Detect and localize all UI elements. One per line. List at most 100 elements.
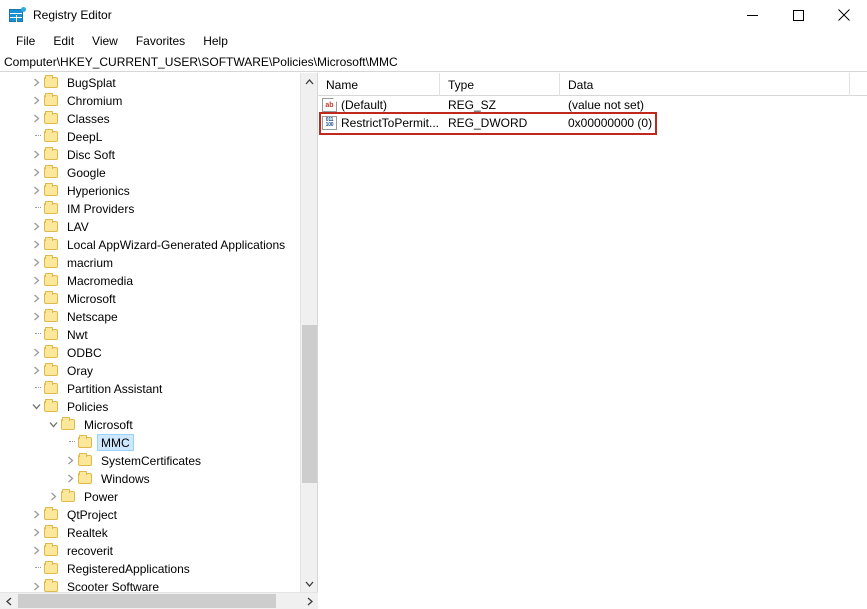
menu-help[interactable]: Help bbox=[194, 31, 237, 51]
tree-item-local-appwizard-generated-applications[interactable]: Local AppWizard-Generated Applications bbox=[0, 235, 301, 253]
tree-item-odbc[interactable]: ODBC bbox=[0, 343, 301, 361]
scroll-up-button[interactable] bbox=[301, 73, 317, 90]
folder-icon bbox=[44, 325, 61, 343]
menu-view[interactable]: View bbox=[83, 31, 127, 51]
chevron-right-icon[interactable] bbox=[28, 73, 44, 91]
scroll-down-button[interactable] bbox=[301, 575, 317, 592]
chevron-right-icon[interactable] bbox=[28, 541, 44, 559]
chevron-right-icon[interactable] bbox=[62, 451, 78, 469]
chevron-right-icon[interactable] bbox=[28, 505, 44, 523]
chevron-right-icon[interactable] bbox=[28, 307, 44, 325]
tree-horizontal-scrollbar[interactable] bbox=[0, 592, 318, 609]
tree-item-power[interactable]: Power bbox=[0, 487, 301, 505]
chevron-right-icon[interactable] bbox=[28, 145, 44, 163]
column-header-name[interactable]: Name bbox=[318, 73, 440, 96]
tree-item-microsoft[interactable]: Microsoft bbox=[0, 415, 301, 433]
tree-item-classes[interactable]: Classes bbox=[0, 109, 301, 127]
tree-item-im-providers[interactable]: IM Providers bbox=[0, 199, 301, 217]
column-header-filler bbox=[850, 73, 867, 96]
column-header-data[interactable]: Data bbox=[560, 73, 850, 96]
tree-hscroll-thumb[interactable] bbox=[18, 594, 276, 608]
tree-item-mmc[interactable]: MMC bbox=[0, 433, 301, 451]
tree-item-oray[interactable]: Oray bbox=[0, 361, 301, 379]
values-row[interactable]: ab (Default) REG_SZ (value not set) bbox=[318, 96, 867, 114]
chevron-right-icon[interactable] bbox=[28, 577, 44, 592]
folder-icon bbox=[44, 91, 61, 109]
tree-item-qtproject[interactable]: QtProject bbox=[0, 505, 301, 523]
tree-leaf-connector bbox=[28, 325, 44, 343]
maximize-button[interactable] bbox=[775, 0, 821, 30]
tree-item-scooter-software[interactable]: Scooter Software bbox=[0, 577, 301, 592]
tree-item-label: Windows bbox=[101, 471, 150, 486]
chevron-right-icon[interactable] bbox=[28, 361, 44, 379]
chevron-right-icon[interactable] bbox=[62, 469, 78, 487]
tree-item-microsoft[interactable]: Microsoft bbox=[0, 289, 301, 307]
chevron-right-icon[interactable] bbox=[28, 109, 44, 127]
tree-item-label: Macromedia bbox=[67, 273, 134, 288]
menu-file[interactable]: File bbox=[7, 31, 44, 51]
chevron-right-icon[interactable] bbox=[28, 253, 44, 271]
chevron-right-icon[interactable] bbox=[28, 181, 44, 199]
chevron-right-icon[interactable] bbox=[28, 523, 44, 541]
tree-item-google[interactable]: Google bbox=[0, 163, 301, 181]
tree-item-nwt[interactable]: Nwt bbox=[0, 325, 301, 343]
menu-edit[interactable]: Edit bbox=[44, 31, 83, 51]
chevron-right-icon[interactable] bbox=[28, 271, 44, 289]
chevron-right-icon[interactable] bbox=[28, 289, 44, 307]
tree-scroll-thumb[interactable] bbox=[302, 325, 317, 483]
chevron-right-icon[interactable] bbox=[28, 91, 44, 109]
close-button[interactable] bbox=[821, 0, 867, 30]
tree-item-policies[interactable]: Policies bbox=[0, 397, 301, 415]
tree-item-label: LAV bbox=[67, 219, 89, 234]
tree-item-recoverit[interactable]: recoverit bbox=[0, 541, 301, 559]
tree-item-deepl[interactable]: DeepL bbox=[0, 127, 301, 145]
tree-item-macrium[interactable]: macrium bbox=[0, 253, 301, 271]
tree-item-realtek[interactable]: Realtek bbox=[0, 523, 301, 541]
folder-icon bbox=[78, 451, 95, 469]
tree-item-systemcertificates[interactable]: SystemCertificates bbox=[0, 451, 301, 469]
folder-icon bbox=[44, 577, 61, 592]
tree-item-netscape[interactable]: Netscape bbox=[0, 307, 301, 325]
folder-icon bbox=[44, 541, 61, 559]
minimize-button[interactable] bbox=[729, 0, 775, 30]
chevron-right-icon[interactable] bbox=[28, 217, 44, 235]
tree-item-chromium[interactable]: Chromium bbox=[0, 91, 301, 109]
menu-favorites[interactable]: Favorites bbox=[127, 31, 194, 51]
tree-item-registeredapplications[interactable]: RegisteredApplications bbox=[0, 559, 301, 577]
tree-item-label: Disc Soft bbox=[67, 147, 116, 162]
registry-values-pane: Name Type Data ab (Default) REG_SZ (value n… bbox=[318, 73, 867, 609]
tree-item-label: Microsoft bbox=[84, 417, 133, 432]
address-bar[interactable]: Computer\HKEY_CURRENT_USER\SOFTWARE\Poli… bbox=[0, 52, 867, 72]
tree-item-label: IM Providers bbox=[67, 201, 135, 216]
tree-item-disc-soft[interactable]: Disc Soft bbox=[0, 145, 301, 163]
tree-item-label: recoverit bbox=[67, 543, 114, 558]
chevron-right-icon[interactable] bbox=[28, 163, 44, 181]
tree-item-partition-assistant[interactable]: Partition Assistant bbox=[0, 379, 301, 397]
folder-icon bbox=[44, 289, 61, 307]
values-cell-data: (value not set) bbox=[568, 98, 645, 112]
dword-value-icon: 011 100 bbox=[322, 116, 337, 130]
column-header-type[interactable]: Type bbox=[440, 73, 560, 96]
scroll-right-button[interactable] bbox=[301, 593, 318, 609]
scroll-left-button[interactable] bbox=[0, 593, 17, 609]
chevron-down-icon[interactable] bbox=[28, 397, 44, 415]
tree-item-windows[interactable]: Windows bbox=[0, 469, 301, 487]
tree-item-macromedia[interactable]: Macromedia bbox=[0, 271, 301, 289]
chevron-down-icon[interactable] bbox=[45, 415, 61, 433]
values-row[interactable]: 011 100 RestrictToPermit... REG_DWORD 0x0000… bbox=[318, 114, 867, 132]
tree-item-hyperionics[interactable]: Hyperionics bbox=[0, 181, 301, 199]
chevron-right-icon[interactable] bbox=[45, 487, 61, 505]
tree-item-label: Nwt bbox=[67, 327, 88, 342]
chevron-right-icon[interactable] bbox=[28, 235, 44, 253]
tree-item-bugsplat[interactable]: BugSplat bbox=[0, 73, 301, 91]
tree-item-lav[interactable]: LAV bbox=[0, 217, 301, 235]
tree-vertical-scrollbar[interactable] bbox=[300, 73, 317, 592]
tree-leaf-connector bbox=[28, 379, 44, 397]
chevron-right-icon[interactable] bbox=[28, 343, 44, 361]
